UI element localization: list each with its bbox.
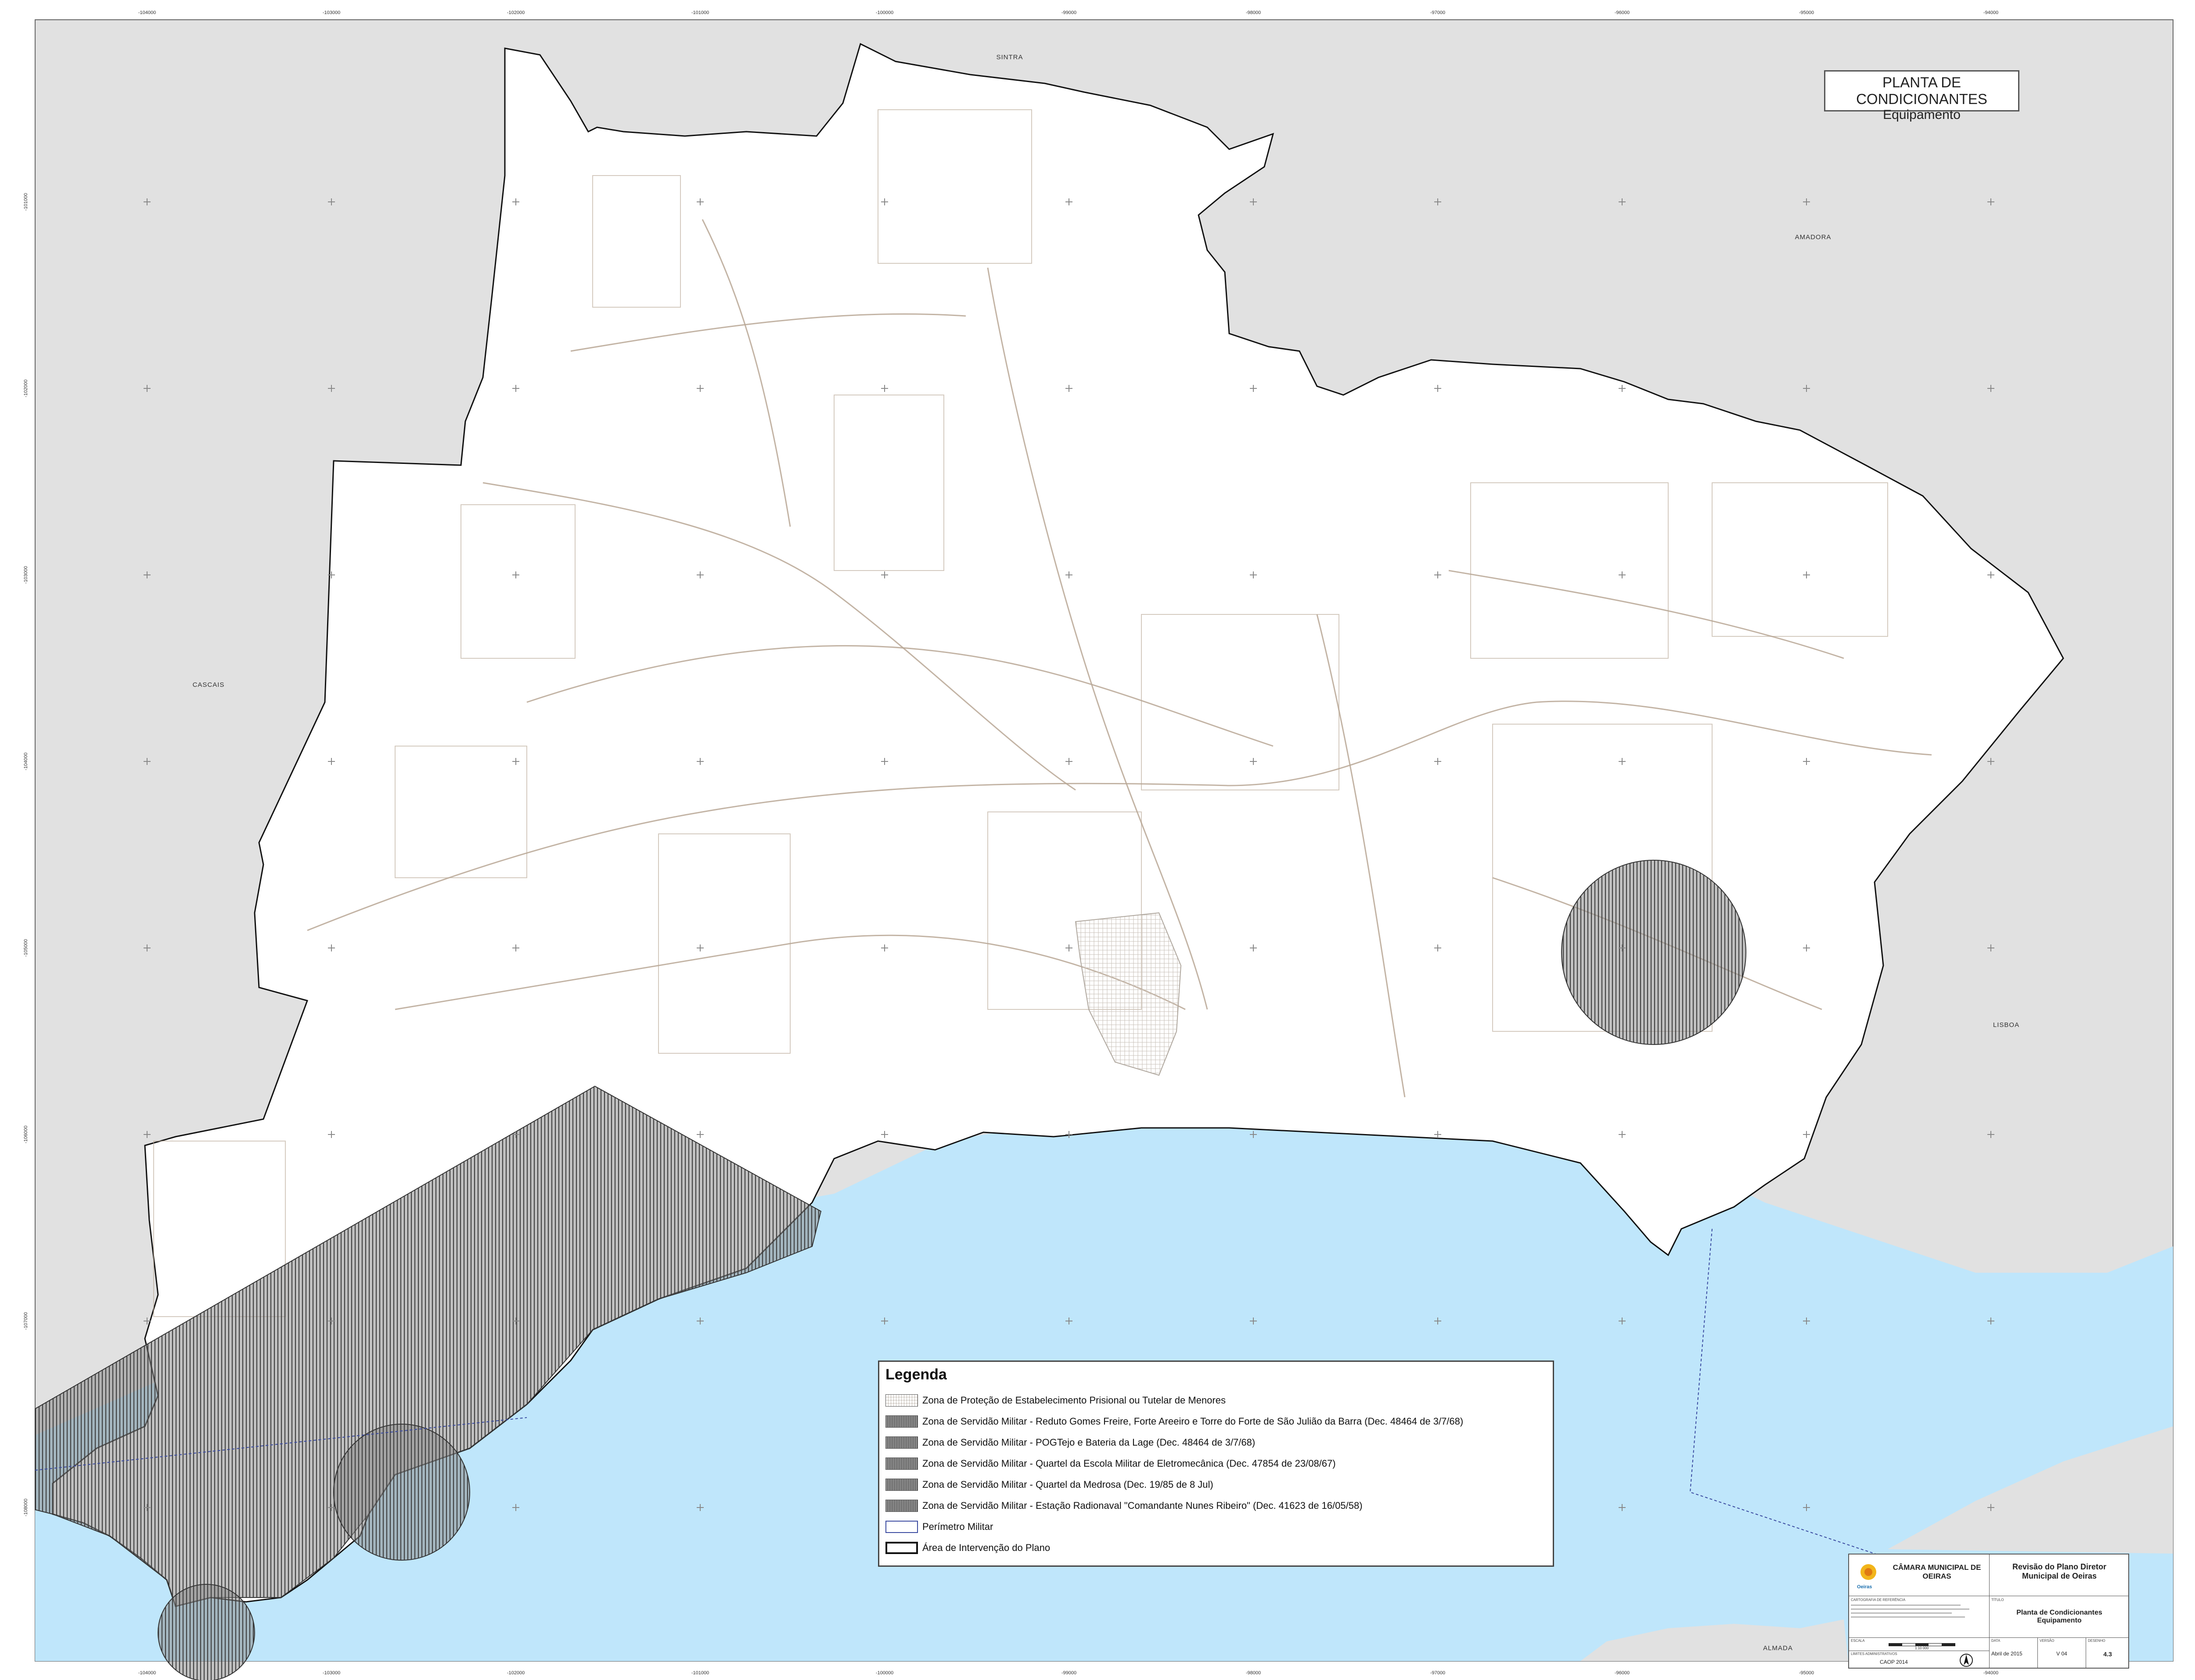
grid-label-top: -101000 xyxy=(691,10,709,15)
grid-label-left: -108000 xyxy=(23,1499,29,1516)
title-block: Oeiras CÂMARA MUNICIPAL DE OEIRAS Revisã… xyxy=(1848,1554,2129,1669)
legend-label: Área de Intervenção do Plano xyxy=(922,1542,1051,1553)
legend-item: Zona de Servidão Militar - Quartel da Me… xyxy=(885,1478,1213,1492)
grid-labels-left: -101000 -102000 -103000 -104000 -105000 -1060… xyxy=(23,193,29,1516)
grid-label-left: -106000 xyxy=(23,1126,29,1143)
version-value: V 04 xyxy=(2056,1651,2067,1657)
municipality-name: CÂMARA MUNICIPAL DE OEIRAS xyxy=(1893,1563,1981,1580)
reference-label: CARTOGRAFIA DE REFERÊNCIA xyxy=(1851,1598,1906,1602)
north-arrow-icon xyxy=(1960,1654,1973,1667)
scale-bar xyxy=(1889,1643,1955,1646)
grid-label-top: -99000 xyxy=(1062,10,1076,15)
grid-label-top: -100000 xyxy=(876,10,893,15)
grid-label-top: -94000 xyxy=(1983,10,1998,15)
drawing-cell: DESENHO 4.3 xyxy=(2086,1638,2129,1669)
grid-label-bottom: -94000 xyxy=(1983,1670,1998,1676)
grid-label-bottom: -101000 xyxy=(691,1670,709,1676)
grid-label-top: -104000 xyxy=(138,10,156,15)
grid-label-top: -96000 xyxy=(1615,10,1630,15)
legend-label: Zona de Servidão Militar - POGTejo e Bat… xyxy=(922,1437,1256,1448)
scale-cell: ESCALA 1:10 000 xyxy=(1849,1638,1990,1651)
scale-value: 1:10 000 xyxy=(1915,1646,1929,1650)
project-name: Revisão do Plano Diretor Municipal de Oe… xyxy=(1990,1554,2129,1596)
legend-swatch-military xyxy=(885,1500,918,1512)
reference-cell: CARTOGRAFIA DE REFERÊNCIA xyxy=(1849,1596,1990,1638)
version-label: VERSÃO xyxy=(2040,1639,2055,1643)
grid-label-top: -95000 xyxy=(1799,10,1814,15)
place-label-lisboa: LISBOA xyxy=(1993,1021,2019,1029)
legend-label: Zona de Servidão Militar - Quartel da Es… xyxy=(922,1458,1336,1469)
legend-title: Legenda xyxy=(885,1366,947,1383)
legend-item: Zona de Servidão Militar - Estação Radio… xyxy=(885,1499,1363,1513)
legend-label: Zona de Servidão Militar - Reduto Gomes … xyxy=(922,1416,1464,1427)
legend-label: Zona de Proteção de Estabelecimento Pris… xyxy=(922,1395,1226,1406)
military-zone-coast-circle xyxy=(333,1424,470,1561)
map-title: PLANTA DE CONDICIONANTES xyxy=(1856,74,1987,107)
grid-label-bottom: -99000 xyxy=(1062,1670,1076,1676)
legend-item: Zona de Servidão Militar - POGTejo e Bat… xyxy=(885,1436,1255,1450)
military-zone-saint-juliao xyxy=(158,1584,255,1680)
place-label-cascais: CASCAIS xyxy=(193,681,225,689)
drawing-value: 4.3 xyxy=(2103,1651,2112,1658)
date-label: DATA xyxy=(1991,1639,2001,1643)
limits-cell: LIMITES ADMINISTRATIVOS CAOP 2014 xyxy=(1849,1651,1990,1669)
version-cell: VERSÃO V 04 xyxy=(2038,1638,2086,1669)
grid-label-left: -101000 xyxy=(23,193,29,211)
drawing-label: DESENHO xyxy=(2088,1639,2105,1643)
legend-panel: Legenda Zona de Proteção de Estabelecime… xyxy=(878,1361,1554,1567)
legend-label: Zona de Servidão Militar - Quartel da Me… xyxy=(922,1479,1213,1490)
grid-label-left: -103000 xyxy=(23,566,29,584)
grid-label-bottom: -102000 xyxy=(507,1670,525,1676)
grid-label-bottom: -103000 xyxy=(323,1670,340,1676)
legend-item: Área de Intervenção do Plano xyxy=(885,1541,1050,1555)
grid-label-bottom: -97000 xyxy=(1430,1670,1445,1676)
legend-swatch-military xyxy=(885,1415,918,1428)
legend-item: Zona de Proteção de Estabelecimento Pris… xyxy=(885,1393,1226,1407)
legend-item: Zona de Servidão Militar - Reduto Gomes … xyxy=(885,1414,1463,1429)
limits-value: CAOP 2014 xyxy=(1880,1659,1908,1665)
place-label-sintra: SINTRA xyxy=(996,54,1023,61)
oeiras-logo-icon xyxy=(1860,1564,1876,1580)
grid-label-left: -107000 xyxy=(23,1312,29,1330)
legend-label: Perímetro Militar xyxy=(922,1521,993,1532)
grid-label-bottom: -98000 xyxy=(1246,1670,1261,1676)
legend-swatch-military xyxy=(885,1457,918,1470)
legend-swatch-prison xyxy=(885,1394,918,1407)
place-label-almada: ALMADA xyxy=(1763,1644,1793,1652)
grid-label-left: -104000 xyxy=(23,753,29,770)
grid-label-top: -98000 xyxy=(1246,10,1261,15)
date-value: Abril de 2015 xyxy=(1991,1651,2022,1657)
grid-label-left: -102000 xyxy=(23,380,29,397)
legend-item: Zona de Servidão Militar - Quartel da Es… xyxy=(885,1457,1336,1471)
military-zone-lisbon-border xyxy=(1561,860,1746,1045)
municipality-cell: Oeiras CÂMARA MUNICIPAL DE OEIRAS xyxy=(1849,1554,1990,1596)
map-title-box: PLANTA DE CONDICIONANTES Equipamento xyxy=(1824,70,2019,122)
grid-label-top: -103000 xyxy=(323,10,340,15)
grid-label-top: -97000 xyxy=(1430,10,1445,15)
legend-swatch-military xyxy=(885,1436,918,1449)
title-label: TÍTULO xyxy=(1991,1598,2004,1602)
legend-swatch-plan-area xyxy=(885,1542,918,1554)
grid-label-bottom: -100000 xyxy=(876,1670,893,1676)
sheet-title-cell: TÍTULO Planta de Condicionantes Equipame… xyxy=(1990,1596,2129,1638)
map-subtitle: Equipamento xyxy=(1883,108,1961,122)
grid-label-bottom: -95000 xyxy=(1799,1670,1814,1676)
grid-label-bottom: -104000 xyxy=(138,1670,156,1676)
place-label-amadora: AMADORA xyxy=(1795,233,1832,241)
scale-label: ESCALA xyxy=(1851,1639,1865,1643)
grid-label-top: -102000 xyxy=(507,10,525,15)
legend-swatch-military xyxy=(885,1479,918,1491)
date-cell: DATA Abril de 2015 xyxy=(1990,1638,2038,1669)
grid-label-left: -105000 xyxy=(23,939,29,957)
sheet-title: Planta de Condicionantes Equipamento xyxy=(2016,1609,2102,1624)
grid-label-bottom: -96000 xyxy=(1615,1670,1630,1676)
legend-label: Zona de Servidão Militar - Estação Radio… xyxy=(922,1500,1363,1511)
legend-item: Perímetro Militar xyxy=(885,1520,993,1534)
legend-swatch-perimeter xyxy=(885,1521,918,1533)
logo-text: Oeiras xyxy=(1857,1584,1872,1590)
